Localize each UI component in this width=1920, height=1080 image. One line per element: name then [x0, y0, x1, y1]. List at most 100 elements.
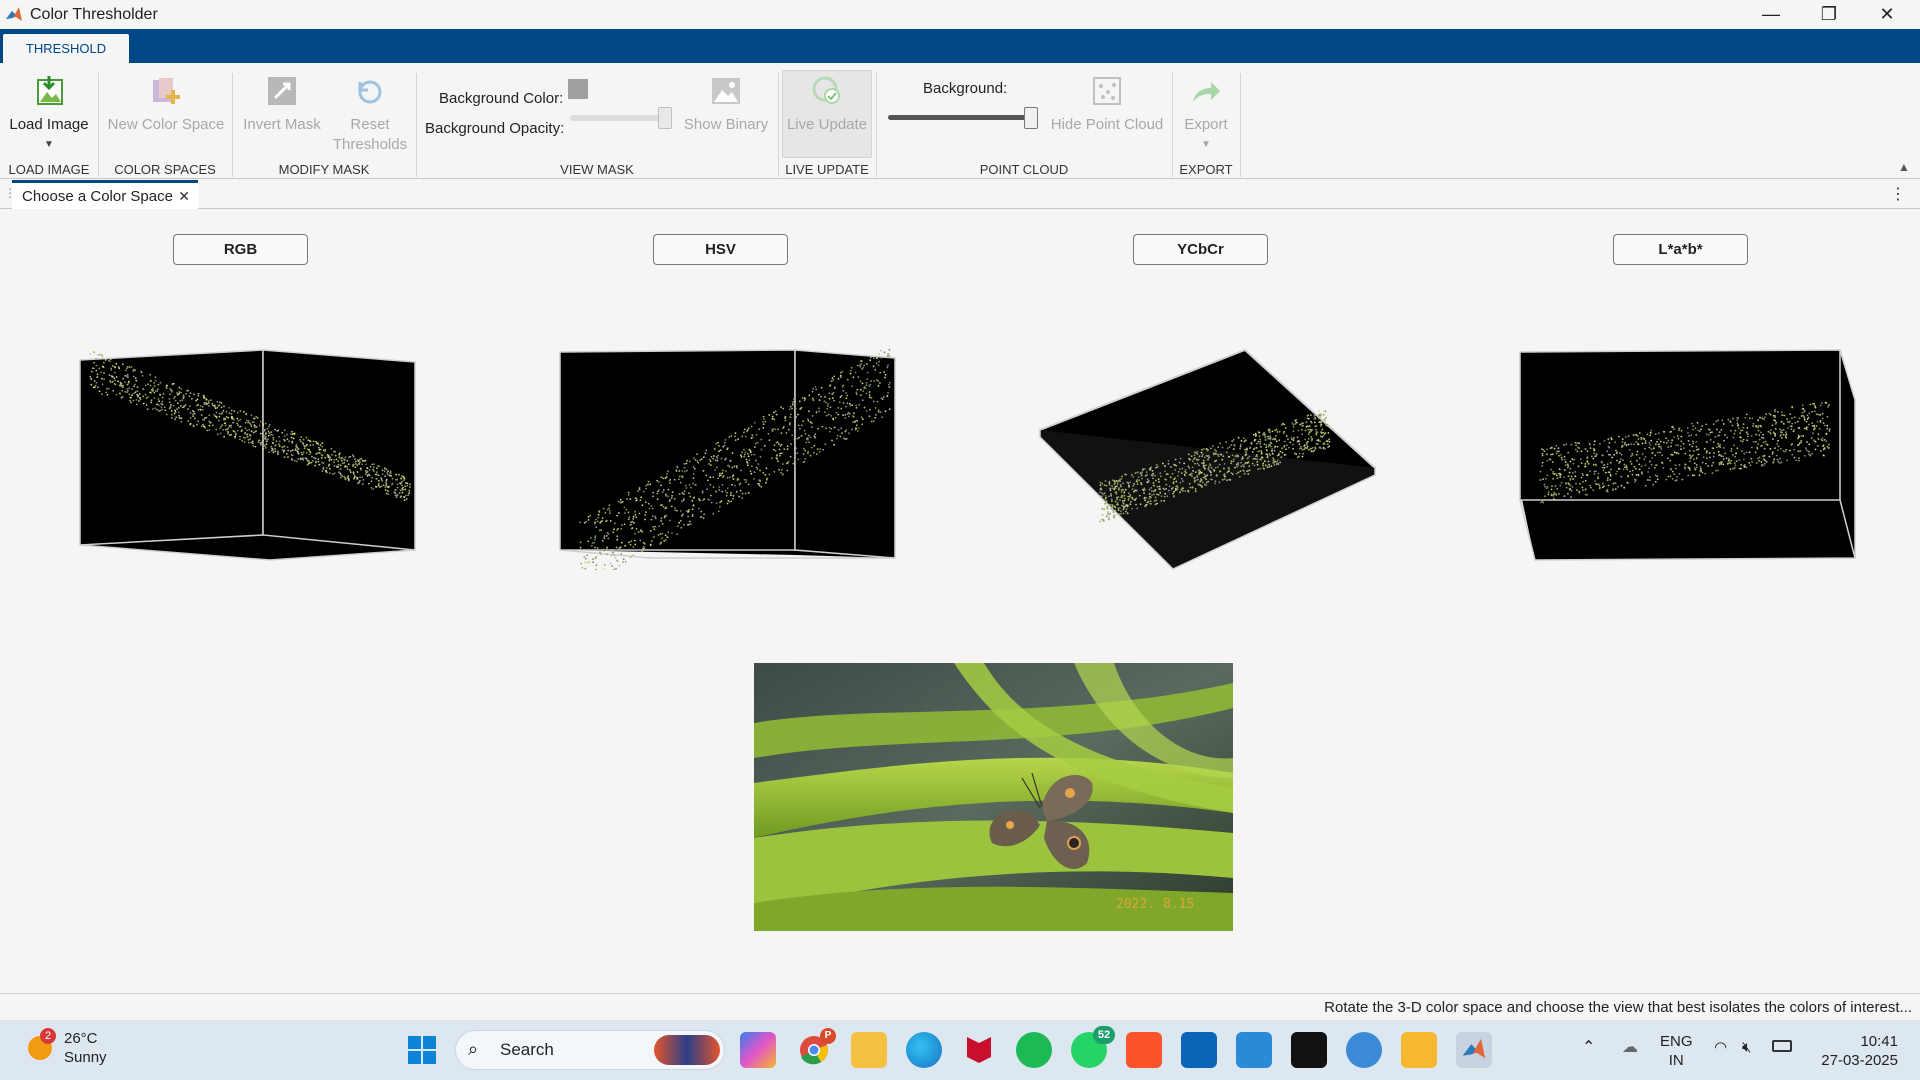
windows-start-icon[interactable]	[404, 1032, 440, 1068]
point-cloud-dot	[1593, 449, 1596, 452]
point-cloud-dot	[1301, 428, 1303, 431]
taskbar-search[interactable]: ⌕ Search	[455, 1030, 725, 1070]
reset-thresholds-button[interactable]: Reset Thresholds	[326, 73, 414, 155]
point-cloud-dot	[1109, 503, 1112, 506]
minimize-button[interactable]: —	[1742, 0, 1800, 29]
invert-mask-button[interactable]: Invert Mask	[240, 73, 324, 135]
point-cloud-dot	[654, 525, 656, 528]
live-update-button[interactable]: Live Update	[782, 73, 872, 135]
background-opacity-slider[interactable]	[570, 115, 670, 121]
brave-icon[interactable]	[1126, 1032, 1162, 1068]
point-cloud-dot	[400, 495, 402, 498]
outlook-icon[interactable]	[1181, 1032, 1217, 1068]
ycbcr-point-cloud[interactable]	[1020, 340, 1380, 570]
point-cloud-dot	[1204, 467, 1206, 470]
file-explorer-icon[interactable]	[851, 1032, 887, 1068]
ycbcr-button[interactable]: YCbCr	[1133, 234, 1268, 265]
edge-icon[interactable]	[906, 1032, 942, 1068]
point-cloud-dot	[237, 424, 239, 426]
more-options-icon[interactable]: ⋮	[1890, 184, 1906, 204]
point-cloud-dot	[833, 443, 835, 446]
point-cloud-dot	[1106, 507, 1109, 510]
chrome-icon[interactable]: P	[796, 1028, 836, 1068]
point-cloud-dot	[873, 357, 875, 359]
lab-point-cloud[interactable]	[1500, 340, 1860, 570]
hsv-button[interactable]: HSV	[653, 234, 788, 265]
hide-point-cloud-button[interactable]: Hide Point Cloud	[1048, 73, 1166, 135]
background-opacity-slider-thumb[interactable]	[658, 107, 672, 129]
new-color-space-button[interactable]: New Color Space	[106, 73, 226, 135]
whatsapp-icon[interactable]: 52	[1071, 1026, 1115, 1068]
point-cloud-dot	[647, 483, 649, 486]
point-cloud-dot	[257, 441, 260, 444]
mcafee-icon[interactable]	[961, 1032, 997, 1068]
point-cloud-dot	[1202, 476, 1205, 479]
point-cloud-dot	[851, 404, 854, 407]
point-cloud-dot	[1732, 467, 1734, 470]
point-cloud-dot	[726, 448, 729, 451]
point-cloud-dot	[1144, 468, 1146, 470]
point-cloud-dot	[739, 482, 742, 485]
rgb-button[interactable]: RGB	[173, 234, 308, 265]
show-binary-button[interactable]: Show Binary	[680, 73, 772, 135]
point-cloud-dot	[855, 427, 857, 430]
lab-button[interactable]: L*a*b*	[1613, 234, 1748, 265]
point-cloud-dot	[845, 392, 847, 394]
tab-threshold[interactable]: THRESHOLD	[3, 34, 129, 63]
point-cloud-dot	[1696, 422, 1699, 424]
clock[interactable]: 10:41 27-03-2025	[1816, 1032, 1898, 1070]
speaker-muted-icon[interactable]: 🔇︎	[1742, 1038, 1751, 1057]
point-cloud-dot	[1252, 458, 1255, 460]
point-cloud-dot	[730, 494, 732, 497]
point-cloud-dot	[1650, 448, 1653, 450]
point-cloud-dot	[697, 461, 700, 464]
point-cloud-dot	[702, 499, 704, 502]
point-cloud-background-slider-thumb[interactable]	[1024, 107, 1038, 129]
point-cloud-dot	[794, 407, 797, 410]
background-color-swatch[interactable]	[568, 79, 588, 99]
language-indicator[interactable]: ENG IN	[1660, 1032, 1693, 1070]
point-cloud-dot	[90, 370, 93, 373]
point-cloud-dot	[1566, 463, 1569, 466]
wifi-icon[interactable]: ◠	[1714, 1038, 1727, 1057]
point-cloud-dot	[201, 405, 204, 408]
export-button[interactable]: Export ▼	[1176, 73, 1236, 155]
point-cloud-dot	[1237, 464, 1240, 466]
point-cloud-dot	[1315, 432, 1318, 435]
point-cloud-dot	[159, 381, 162, 384]
point-cloud-dot	[656, 498, 659, 500]
medium-icon[interactable]	[1291, 1032, 1327, 1068]
point-cloud-dot	[1610, 437, 1613, 439]
tab-choose-color-space[interactable]: Choose a Color Space ✕	[12, 180, 198, 209]
point-cloud-dot	[145, 404, 148, 406]
chevron-up-icon[interactable]: ⌃	[1582, 1038, 1595, 1057]
restore-button[interactable]: ❐	[1800, 0, 1858, 29]
point-cloud-dot	[1599, 443, 1601, 445]
rgb-point-cloud[interactable]	[60, 340, 420, 570]
battery-icon[interactable]	[1772, 1040, 1792, 1052]
network-app-icon[interactable]	[1346, 1032, 1382, 1068]
collapse-ribbon-icon[interactable]: ▲	[1898, 160, 1910, 174]
point-cloud-dot	[1243, 472, 1246, 475]
load-image-button[interactable]: Load Image ▼	[6, 73, 92, 155]
point-cloud-dot	[605, 535, 608, 537]
point-cloud-dot	[264, 433, 267, 435]
close-icon[interactable]: ✕	[178, 188, 190, 205]
point-cloud-dot	[1100, 488, 1103, 491]
vscode-icon[interactable]	[1236, 1032, 1272, 1068]
point-cloud-background-slider[interactable]	[888, 115, 1034, 120]
point-cloud-dot	[218, 412, 221, 415]
point-cloud-dot	[317, 460, 320, 463]
point-cloud-dot	[1709, 456, 1711, 459]
point-cloud-dot	[1691, 454, 1694, 456]
matlab-taskbar-icon[interactable]	[1456, 1032, 1492, 1068]
close-button[interactable]: ✕	[1858, 0, 1916, 29]
hsv-point-cloud[interactable]	[540, 340, 900, 570]
point-cloud-dot	[149, 391, 151, 394]
store-icon[interactable]	[1401, 1032, 1437, 1068]
point-cloud-dot	[837, 413, 840, 416]
point-cloud-dot	[709, 483, 712, 486]
copilot-icon[interactable]	[740, 1032, 776, 1068]
spotify-icon[interactable]	[1016, 1032, 1052, 1068]
cloud-icon[interactable]: ☁	[1622, 1038, 1638, 1057]
